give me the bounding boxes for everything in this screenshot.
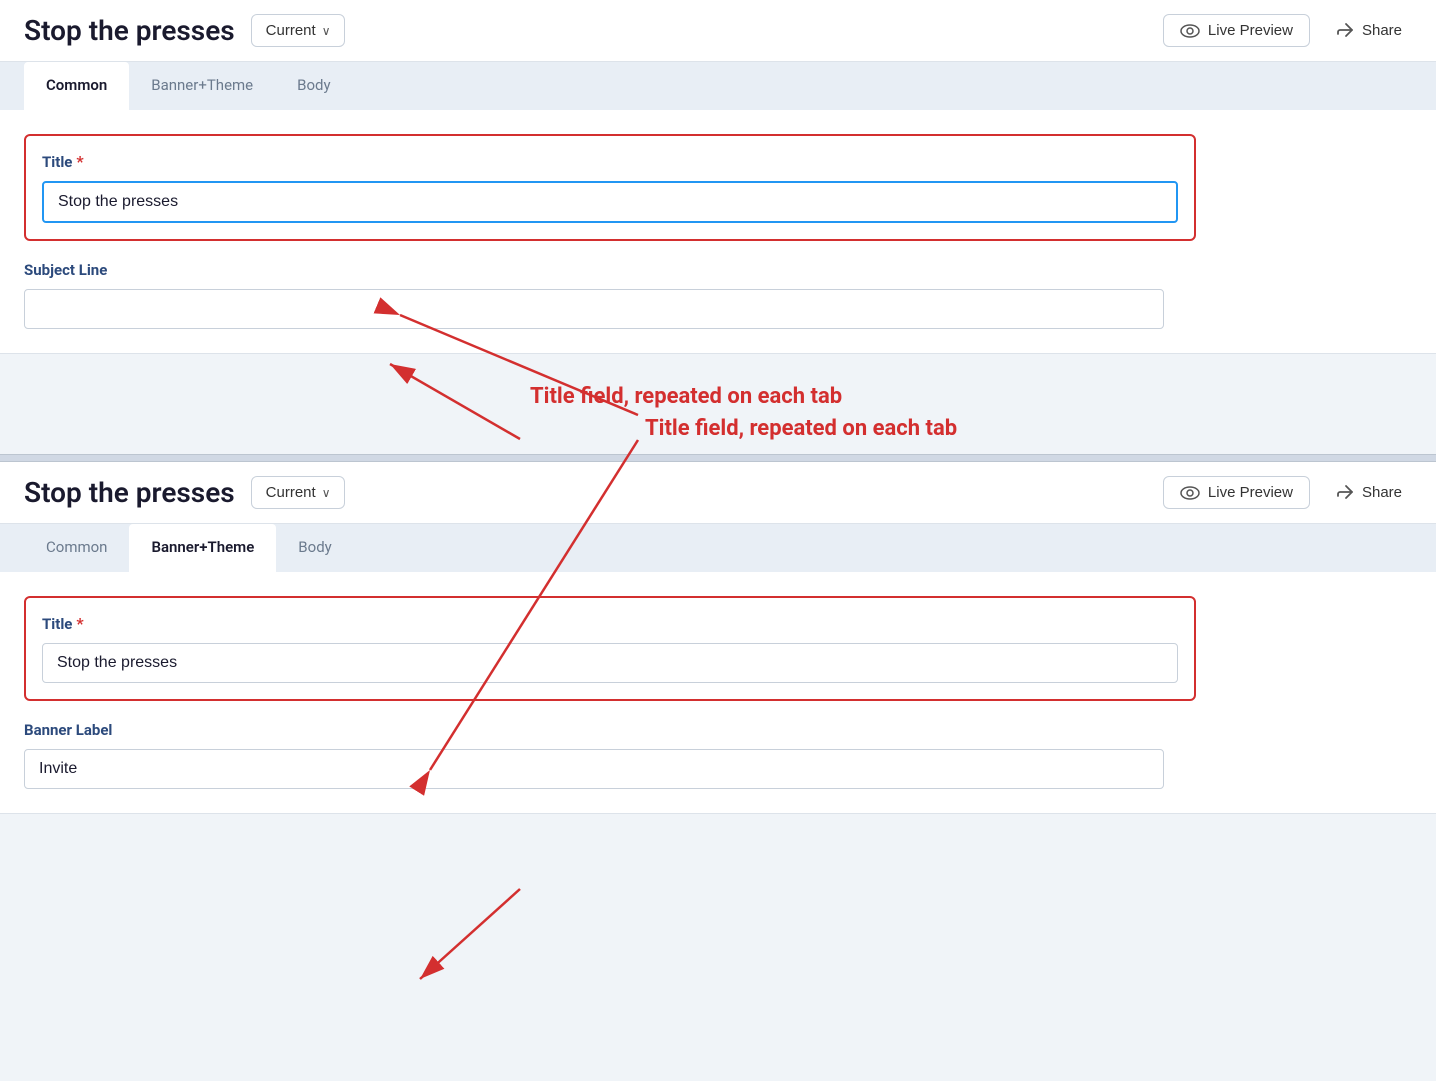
panel-1-title: Stop the presses	[24, 14, 235, 47]
panel-2-header: Stop the presses Current ∨ Live Preview …	[0, 462, 1436, 524]
live-preview-button-2[interactable]: Live Preview	[1163, 476, 1310, 509]
current-btn-label: Current	[266, 22, 316, 39]
panel-divider	[0, 454, 1436, 462]
share-button-2[interactable]: Share	[1326, 477, 1412, 509]
eye-icon	[1180, 24, 1200, 38]
banner-label-label: Banner Label	[24, 721, 1196, 739]
tab-common-1[interactable]: Common	[24, 62, 129, 110]
subject-line-input[interactable]	[24, 289, 1164, 329]
title-label-2: Title *	[42, 614, 1178, 633]
share-label: Share	[1362, 22, 1402, 39]
current-version-button[interactable]: Current ∨	[251, 14, 346, 47]
annotation-layer: Title field, repeated on each tab	[0, 354, 1436, 454]
panel-1-content: Title * Subject Line	[0, 110, 1220, 353]
current-btn-label-2: Current	[266, 484, 316, 501]
panel-1: Stop the presses Current ∨ Live Preview …	[0, 0, 1436, 354]
tab-body-1[interactable]: Body	[275, 62, 352, 110]
current-version-button-2[interactable]: Current ∨	[251, 476, 346, 509]
panel-2-content: Title * Banner Label	[0, 572, 1220, 813]
subject-line-label: Subject Line	[24, 261, 1196, 279]
banner-label-section: Banner Label	[24, 721, 1196, 789]
live-preview-button[interactable]: Live Preview	[1163, 14, 1310, 47]
banner-label-input[interactable]	[24, 749, 1164, 789]
panel-2: Stop the presses Current ∨ Live Preview …	[0, 462, 1436, 814]
annotation-text: Title field, repeated on each tab	[530, 384, 842, 409]
required-star-1: *	[76, 152, 83, 171]
subject-line-section: Subject Line	[24, 261, 1196, 329]
title-section-2: Title *	[24, 596, 1196, 701]
tab-banner-theme-2[interactable]: Banner+Theme	[129, 524, 276, 572]
tab-body-2[interactable]: Body	[276, 524, 353, 572]
title-section-1: Title *	[24, 134, 1196, 241]
share-icon-2	[1336, 484, 1354, 502]
tab-common-2[interactable]: Common	[24, 524, 129, 572]
live-preview-label-2: Live Preview	[1208, 484, 1293, 501]
share-button[interactable]: Share	[1326, 15, 1412, 47]
tab-banner-theme-1[interactable]: Banner+Theme	[129, 62, 275, 110]
title-input-2[interactable]	[42, 643, 1178, 683]
panel-1-header: Stop the presses Current ∨ Live Preview …	[0, 0, 1436, 62]
title-label-1: Title *	[42, 152, 1178, 171]
title-input-1[interactable]	[42, 181, 1178, 223]
share-label-2: Share	[1362, 484, 1402, 501]
chevron-down-icon: ∨	[322, 24, 331, 38]
panel-1-tabs: Common Banner+Theme Body	[0, 62, 1436, 110]
chevron-down-icon-2: ∨	[322, 486, 331, 500]
live-preview-label: Live Preview	[1208, 22, 1293, 39]
eye-icon-2	[1180, 486, 1200, 500]
share-icon	[1336, 22, 1354, 40]
panel-2-tabs: Common Banner+Theme Body	[0, 524, 1436, 572]
required-star-2: *	[76, 614, 83, 633]
panel-2-title: Stop the presses	[24, 476, 235, 509]
